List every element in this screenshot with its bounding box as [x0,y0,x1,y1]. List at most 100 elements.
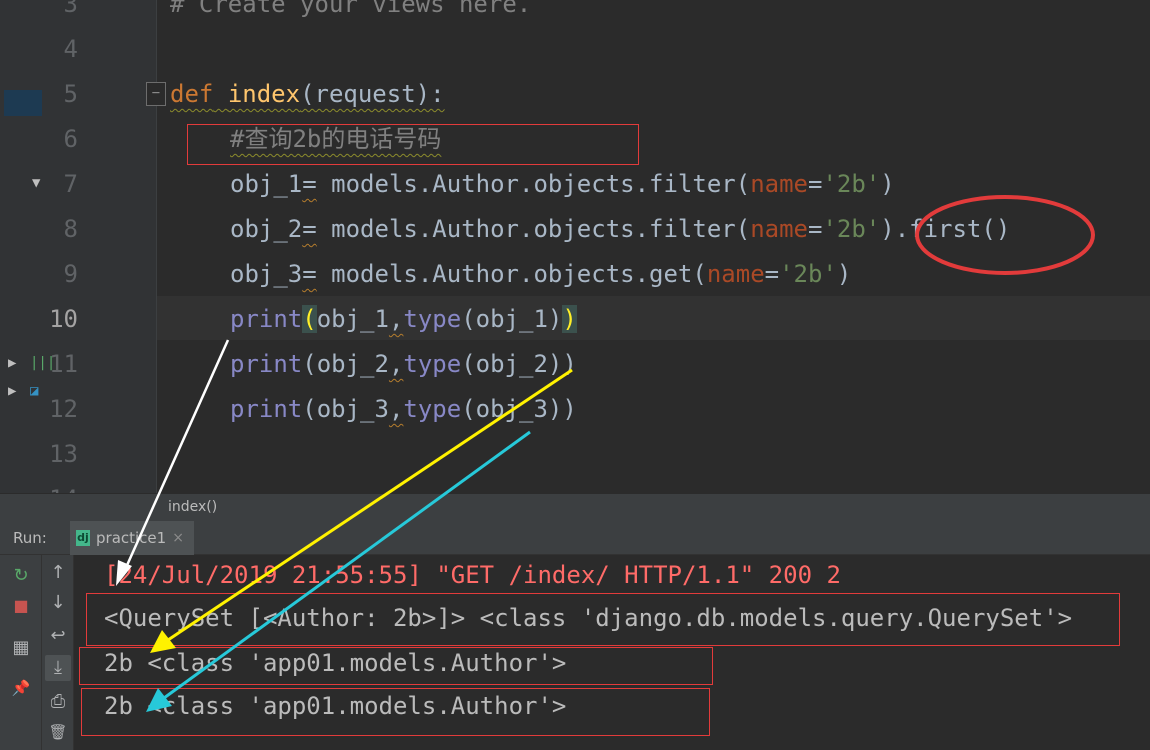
first-call: .first() [894,215,1011,243]
def-keyword: def [170,80,214,108]
kwarg-name: name [750,215,808,243]
line-number-current: 10 [49,305,78,333]
line-number: 12 [49,395,78,423]
print-builtin: print [230,350,303,378]
kwarg-name: name [706,260,765,288]
line-number: 13 [49,440,78,468]
line-number: 4 [63,35,78,63]
rerun-icon[interactable]: ↻ [8,563,34,589]
comma: , [388,305,404,333]
code-line-obj1: obj_1= models.Author.objects.filter(name… [230,162,895,207]
line-number: 8 [63,215,78,243]
pin-icon[interactable]: 📌 [8,675,34,701]
line-number: 9 [63,260,78,288]
print-icon[interactable]: ⎙ [45,689,71,715]
line-number: 3 [63,0,78,18]
print-arg: obj_2 [316,350,389,378]
assign-op: = [302,170,317,198]
code-line-def: def index(request): [170,72,445,117]
layout-icon[interactable]: ▦ [8,635,34,661]
close-paren: ) [562,350,577,378]
close-paren: ) [836,260,852,288]
code-line-obj3: obj_3= models.Author.objects.get(name='2… [230,252,851,297]
string-literal: '2b' [822,215,881,243]
call: models.Author.objects.filter( [316,215,751,243]
print-arg: obj_3 [316,395,389,423]
strip-selection [4,90,42,116]
line-number: 7 [63,170,78,198]
annotation-box-get [81,688,710,736]
gutter-separator [156,0,157,493]
trash-icon[interactable]: 🗑 [45,719,71,745]
variable: obj_2 [230,215,303,243]
call: models.Author.objects.get( [316,260,707,288]
run-arrow-icon[interactable]: ▶ [8,383,16,399]
console-line-request-log: [24/Jul/2019 21:55:55] "GET /index/ HTTP… [104,561,841,589]
call: models.Author.objects.filter( [316,170,751,198]
print-arg: obj_1 [316,305,389,333]
fold-minus-icon[interactable]: − [146,82,166,106]
open-paren-highlight: ( [302,305,317,333]
close-paren-highlight: ) [562,305,577,333]
variable: obj_1 [230,170,303,198]
run-tab-label: practice1 [96,529,167,547]
close-paren: ) [562,395,577,423]
run-tab-practice1[interactable]: dj practice1 × [70,521,194,555]
run-toolbar-secondary: ↑ ↓ ↩ ⤓ ⎙ 🗑 [42,555,74,750]
comma: , [388,395,404,423]
open-paren: ( [302,350,317,378]
code-comment: # Create your views here. [170,0,532,18]
string-literal: '2b' [779,260,837,288]
code-line-obj2: obj_2= models.Author.objects.filter(name… [230,207,1010,252]
variable: obj_3 [230,260,303,288]
django-icon: dj [76,530,90,546]
comma: , [388,350,404,378]
close-paren: ) [880,170,895,198]
open-paren: ( [302,395,317,423]
soft-wrap-icon[interactable]: ↩ [45,623,71,649]
close-icon[interactable]: × [172,530,184,546]
code-line-print3: print(obj_3,type(obj_3)) [230,387,577,432]
annotation-box-queryset [86,593,1120,646]
collapse-triangle-icon[interactable]: ▼ [32,175,40,191]
structure-strip [0,0,44,493]
code-line-print2: print(obj_2,type(obj_2)) [230,342,577,387]
kwarg-eq: = [764,260,780,288]
code-editor[interactable]: ▼ ▶ ||| ▶ ◪ 3 4 5 6 7 8 9 10 11 12 13 14… [0,0,1150,493]
code-line-print1: print(obj_1,type(obj_1)) [230,297,577,342]
line-number: 14 [44,477,78,493]
type-arg: (obj_3) [461,395,563,423]
print-builtin: print [230,395,303,423]
function-name: index [227,80,301,108]
breadcrumb[interactable]: index() [0,493,1150,521]
python-console-icon: ◪ [30,383,39,399]
print-builtin: print [230,305,303,333]
run-arrow-icon[interactable]: ▶ [8,355,16,371]
arrow-down-icon[interactable]: ↓ [45,590,71,616]
assign-op: = [302,215,317,243]
scroll-to-end-icon[interactable]: ⤓ [45,655,71,681]
breadcrumb-item[interactable]: index() [168,499,217,515]
function-params: (request): [300,80,445,108]
kwarg-name: name [750,170,808,198]
kwarg-eq: = [807,215,823,243]
run-toolbar-primary: ↻ ■ ▦ 📌 [0,555,42,750]
type-builtin: type [403,395,462,423]
close-paren: ) [880,215,895,243]
run-label: Run: [13,529,47,547]
stop-icon[interactable]: ■ [8,593,34,619]
type-arg: (obj_1) [461,305,563,333]
type-arg: (obj_2) [461,350,563,378]
type-builtin: type [403,350,462,378]
line-number: 11 [49,350,78,378]
run-tool-window-header: Run: dj practice1 × [0,521,1150,555]
arrow-up-icon[interactable]: ↑ [45,560,71,586]
string-literal: '2b' [822,170,881,198]
kwarg-eq: = [807,170,823,198]
assign-op: = [302,260,317,288]
annotation-box-first [79,647,713,685]
line-number: 6 [63,125,78,153]
line-number: 5 [63,80,78,108]
type-builtin: type [403,305,462,333]
annotation-box-comment [187,124,639,165]
